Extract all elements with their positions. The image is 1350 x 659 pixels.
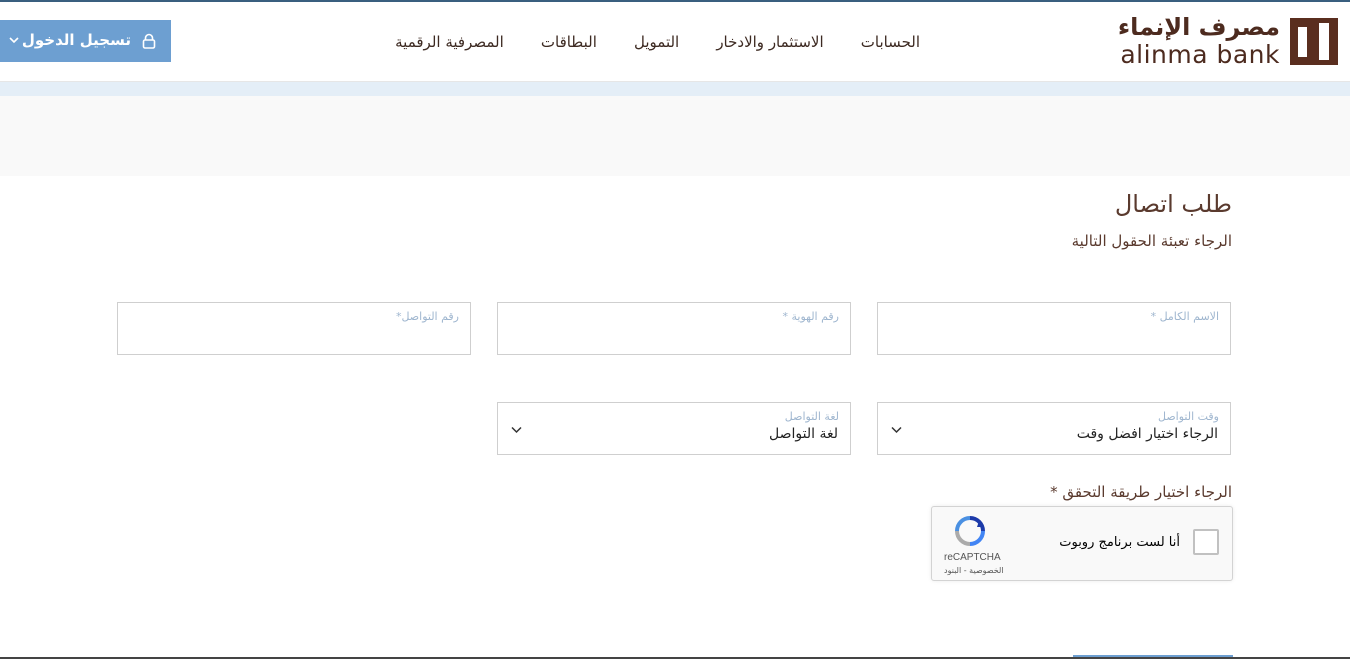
recaptcha-checkbox[interactable] bbox=[1193, 529, 1219, 555]
nav-item-accounts[interactable]: الحسابات bbox=[861, 33, 920, 51]
lock-icon bbox=[142, 33, 156, 49]
contact-time-label: وقت التواصل bbox=[1157, 410, 1219, 423]
verification-method-label: الرجاء اختيار طريقة التحقق * bbox=[1050, 483, 1232, 501]
header-divider-band bbox=[0, 82, 1350, 96]
language-value: لغة التواصل bbox=[769, 426, 838, 442]
chevron-down-icon bbox=[511, 426, 522, 434]
nav-item-financing[interactable]: التمويل bbox=[634, 33, 679, 51]
contact-time-select[interactable]: وقت التواصل الرجاء اختيار افضل وقت bbox=[877, 402, 1231, 455]
language-select[interactable]: لغة التواصل لغة التواصل bbox=[497, 402, 851, 455]
alinma-logo-icon bbox=[1290, 18, 1338, 65]
recaptcha-widget: أنا لست برنامج روبوت reCAPTCHA الخصوصية … bbox=[931, 506, 1233, 581]
id-number-field[interactable]: رقم الهوية * bbox=[497, 302, 851, 355]
nav-item-cards[interactable]: البطاقات bbox=[541, 33, 597, 51]
full-name-input[interactable] bbox=[878, 321, 1230, 353]
language-label: لغة التواصل bbox=[784, 410, 839, 423]
recaptcha-brand: reCAPTCHA bbox=[944, 552, 1001, 563]
banner-area bbox=[0, 96, 1350, 176]
full-name-field[interactable]: الاسم الكامل * bbox=[877, 302, 1231, 355]
main-nav: الحسابات الاستثمار والادخار التمويل البط… bbox=[363, 32, 920, 51]
nav-item-digital-banking[interactable]: المصرفية الرقمية bbox=[395, 33, 504, 51]
contact-number-input[interactable] bbox=[118, 321, 470, 353]
recaptcha-label: أنا لست برنامج روبوت bbox=[1059, 535, 1180, 550]
login-label: تسجيل الدخول bbox=[21, 31, 131, 49]
chevron-down-icon bbox=[891, 426, 902, 434]
recaptcha-icon bbox=[955, 516, 985, 546]
page-title: طلب اتصال bbox=[1114, 190, 1232, 218]
site-header: مصرف الإنماء alinma bank الحسابات الاستث… bbox=[0, 2, 1350, 82]
nav-item-investment-savings[interactable]: الاستثمار والادخار bbox=[716, 33, 823, 51]
chevron-down-icon bbox=[9, 37, 19, 44]
page-subtitle: الرجاء تعبئة الحقول التالية bbox=[1071, 232, 1232, 250]
id-number-input[interactable] bbox=[498, 321, 850, 353]
alinma-logo[interactable]: مصرف الإنماء alinma bank bbox=[1118, 13, 1338, 69]
logo-english-text: alinma bank bbox=[1120, 40, 1280, 69]
contact-number-field[interactable]: رقم التواصل* bbox=[117, 302, 471, 355]
logo-arabic-text: مصرف الإنماء bbox=[1117, 13, 1280, 41]
recaptcha-privacy-terms-links[interactable]: الخصوصية - البنود bbox=[944, 566, 1004, 575]
contact-time-value: الرجاء اختيار افضل وقت bbox=[1076, 426, 1218, 442]
login-button[interactable]: تسجيل الدخول bbox=[0, 20, 171, 62]
